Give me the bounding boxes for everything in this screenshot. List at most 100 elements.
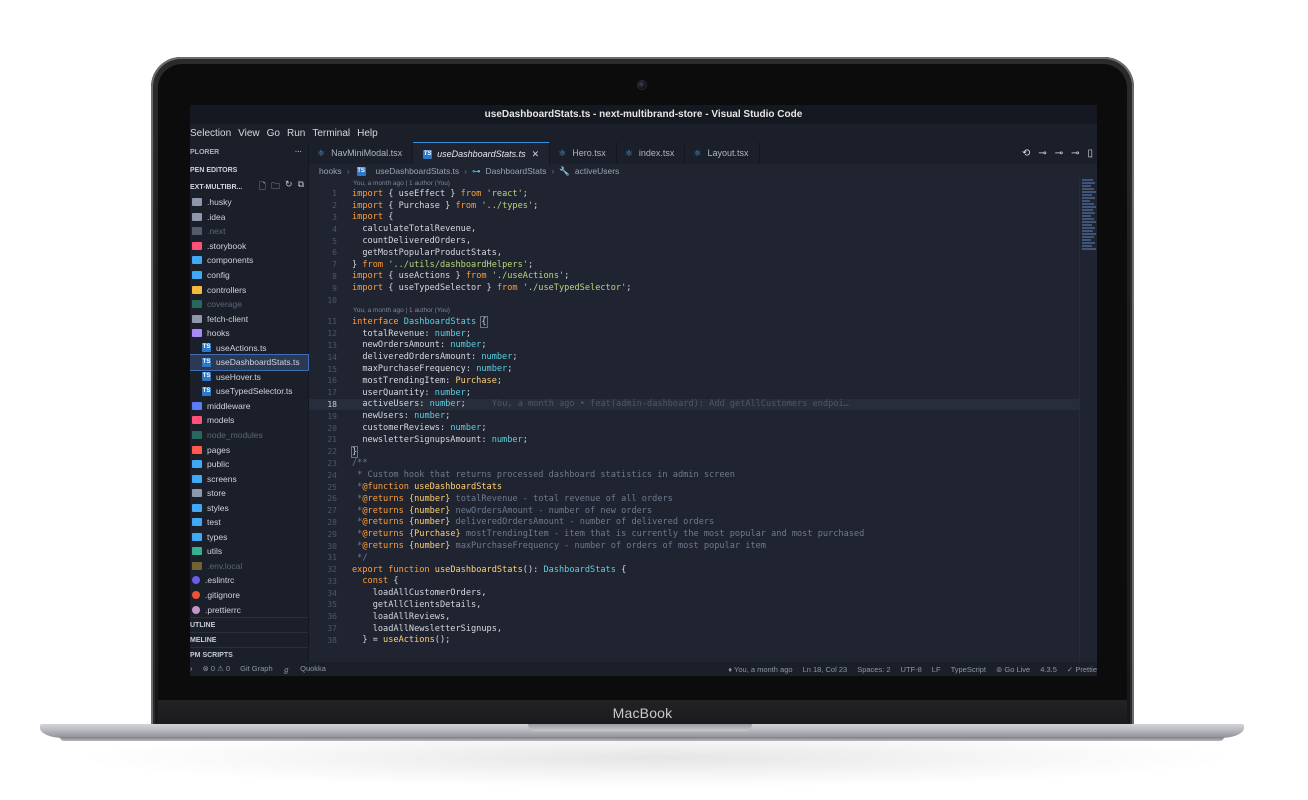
tree-folder[interactable]: fetch-client (190, 311, 308, 326)
blame-status[interactable]: ♦ You, a month ago (728, 665, 792, 674)
tree-item-label: store (207, 488, 226, 499)
problems-indicator[interactable]: ⊗ 0 ⚠ 0 (203, 664, 231, 675)
code-line: 15 maxPurchaseFrequency: number; (327, 364, 513, 375)
tree-item-label: test (207, 517, 221, 528)
folder-icon (192, 416, 202, 425)
code-line: 7} from '../utils/dashboardHelpers'; (332, 259, 534, 270)
tree-folder[interactable]: .husky (190, 195, 308, 210)
tree-file[interactable]: TS useHover.ts (190, 370, 308, 385)
blame-status-text: You, a month ago (734, 664, 793, 674)
tree-folder[interactable]: test (190, 515, 308, 530)
menu-go[interactable]: Go (267, 128, 286, 139)
breadcrumb-symbol[interactable]: DashboardStats (486, 166, 547, 176)
new-file-icon[interactable]: 🗋 (259, 179, 266, 195)
interface-icon: ⊶ (472, 165, 481, 176)
go-live-button[interactable]: ⊚ Go Live (996, 665, 1030, 674)
refresh-icon[interactable]: ↻ (285, 179, 293, 195)
tree-folder[interactable]: .idea (190, 210, 308, 225)
remote-icon[interactable]: › (190, 664, 193, 675)
tree-file[interactable]: .prettierrc (190, 602, 308, 617)
tree-folder[interactable]: middleware (190, 399, 308, 414)
tree-folder[interactable]: pages (190, 442, 308, 457)
code-line: 2 import { Purchase } from '../types'; (332, 200, 539, 211)
ts-version[interactable]: 4.3.5 (1040, 665, 1057, 674)
prettier-status[interactable]: ✓ Prettie (1067, 665, 1097, 674)
tree-folder[interactable]: components (190, 253, 308, 268)
close-icon[interactable]: ✕ (532, 149, 540, 160)
breadcrumb-folder[interactable]: hooks (319, 166, 342, 176)
npm-scripts-section[interactable]: PM SCRIPTS (190, 647, 308, 662)
codelens-blame[interactable]: You, a month ago | 1 author (You) (309, 306, 1079, 316)
outline-section[interactable]: UTLINE (190, 617, 308, 632)
tree-folder[interactable]: types (190, 530, 308, 545)
project-section[interactable]: EXT-MULTIBR... 🗋 🗀 ↻ ⧉ (190, 179, 308, 195)
code-editor[interactable]: You, a month ago | 1 author (You) 1 impor… (309, 178, 1079, 662)
code-line: 13 newOrdersAmount: number; (327, 340, 487, 351)
tree-file[interactable]: TS useTypedSelector.ts (190, 384, 308, 399)
tree-folder[interactable]: styles (190, 500, 308, 515)
tree-folder[interactable]: screens (190, 471, 308, 486)
minimap[interactable] (1082, 178, 1097, 278)
menu-selection[interactable]: Selection (190, 128, 237, 139)
tree-folder[interactable]: config (190, 268, 308, 283)
tree-folder[interactable]: .next (190, 224, 308, 239)
indentation[interactable]: Spaces: 2 (857, 665, 890, 674)
cursor-position[interactable]: Ln 18, Col 23 (803, 665, 848, 674)
tree-folder[interactable]: store (190, 486, 308, 501)
encoding[interactable]: UTF-8 (901, 665, 922, 674)
open-editors-section[interactable]: PEN EDITORS (190, 162, 308, 179)
collapse-all-icon[interactable]: ⧉ (298, 179, 304, 195)
menu-view[interactable]: View (238, 128, 266, 139)
react-icon: ⚛ (558, 147, 567, 158)
editor-tabs: ⚛ NavMiniModal.tsx TS useDashboardStats.… (309, 142, 1097, 165)
git-commit-icon[interactable]: ⊸ (1038, 148, 1046, 159)
code-line: 12 totalRevenue: number; (327, 328, 472, 339)
breadcrumb-file[interactable]: useDashboardStats.ts (376, 166, 460, 176)
tree-folder[interactable]: utils (190, 544, 308, 559)
timeline-section[interactable]: MELINE (190, 632, 308, 647)
folder-icon (192, 241, 202, 250)
tab-label: index.tsx (638, 148, 675, 158)
tree-file[interactable]: TS useActions.ts (190, 340, 308, 355)
vscode-window: useDashboardStats.ts - next-multibrand-s… (190, 105, 1097, 676)
breadcrumb-property[interactable]: activeUsers (575, 166, 619, 176)
tree-folder[interactable]: models (190, 413, 308, 428)
menu-run[interactable]: Run (287, 128, 311, 139)
tab-navminimodal[interactable]: ⚛ NavMiniModal.tsx (309, 142, 414, 164)
language-mode[interactable]: TypeScript (951, 665, 986, 674)
tree-file[interactable]: .gitignore (190, 588, 308, 603)
tab-layout[interactable]: ⚛ Layout.tsx (685, 142, 760, 164)
tree-folder[interactable]: hooks (190, 326, 308, 341)
codelens-blame[interactable]: You, a month ago | 1 author (You) (309, 178, 1079, 188)
folder-icon (192, 431, 202, 440)
git-graph-button[interactable]: Git Graph (240, 664, 273, 675)
explorer-sidebar: PLORER ··· PEN EDITORS EXT-MULTIBR... 🗋 … (190, 142, 309, 662)
vertical-scrollbar[interactable] (1079, 178, 1080, 662)
new-folder-icon[interactable]: 🗀 (271, 179, 280, 195)
react-icon: ⚛ (624, 147, 633, 158)
tree-file[interactable]: .eslintrc (190, 573, 308, 588)
history-icon[interactable]: ⟲ (1022, 148, 1030, 159)
tree-file[interactable]: .env.local (190, 559, 308, 574)
tab-hero[interactable]: ⚛ Hero.tsx (550, 142, 617, 164)
tree-folder[interactable]: .storybook (190, 239, 308, 254)
more-actions-icon[interactable]: ··· (295, 149, 302, 156)
menu-terminal[interactable]: Terminal (312, 128, 356, 139)
tab-usedashboardstats[interactable]: TS useDashboardStats.ts ✕ (413, 142, 551, 165)
next-change-icon[interactable]: ⊸ (1071, 148, 1079, 159)
tree-item-label: utils (207, 546, 223, 557)
tree-item-label: config (207, 270, 230, 280)
tab-index[interactable]: ⚛ index.tsx (617, 142, 686, 164)
menu-help[interactable]: Help (357, 128, 384, 139)
previous-change-icon[interactable]: ⊸ (1055, 148, 1063, 159)
line-ending[interactable]: LF (932, 665, 941, 674)
tree-folder[interactable]: public (190, 457, 308, 472)
split-editor-icon[interactable]: ▯ (1087, 148, 1093, 159)
quokka-button[interactable]: Quokka (300, 664, 326, 675)
tree-folder[interactable]: controllers (190, 282, 308, 297)
folder-icon (192, 547, 202, 556)
tree-folder[interactable]: node_modules (190, 428, 308, 443)
tree-folder[interactable]: coverage (190, 297, 308, 312)
tree-file[interactable]: TS useDashboardStats.ts (190, 354, 309, 371)
tab-label: NavMiniModal.tsx (331, 148, 403, 158)
